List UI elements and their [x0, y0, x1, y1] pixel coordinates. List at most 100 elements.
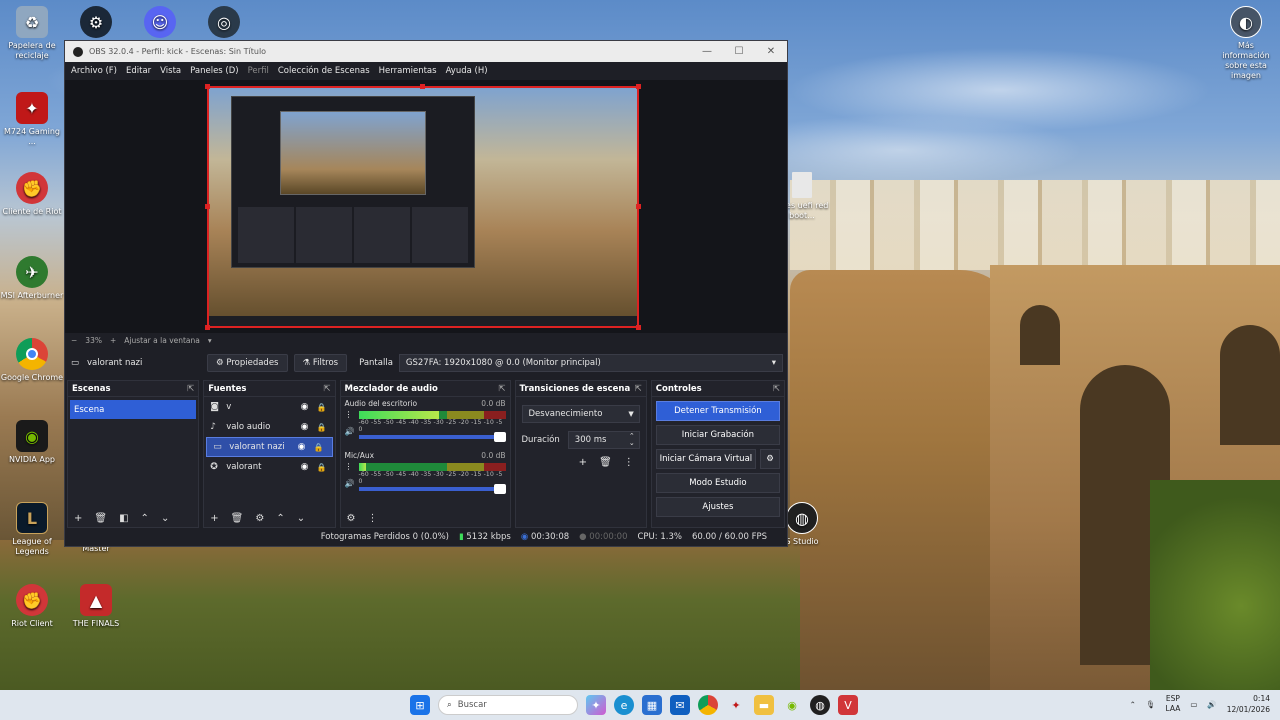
desktop-icon-nvidia[interactable]: ◉ NVIDIA App [0, 420, 64, 465]
chrome-taskbar-icon[interactable] [698, 695, 718, 715]
outlook-icon[interactable]: ✉ [670, 695, 690, 715]
trash-icon[interactable]: 🗑 [94, 513, 107, 524]
desktop-icon-m724[interactable]: ✦ M724 Gaming ... [0, 92, 64, 147]
add-icon[interactable]: + [74, 513, 82, 524]
source-row[interactable]: ◙ v ◉ 🔒 [204, 397, 334, 417]
duration-input[interactable]: 300 ms ⌃ ⌄ [567, 431, 640, 449]
file-explorer-icon[interactable]: ▬ [754, 695, 774, 715]
resize-handle[interactable] [636, 325, 641, 330]
zoom-in-button[interactable]: + [110, 336, 116, 345]
menu-perfil[interactable]: Perfil [248, 66, 269, 76]
slider-knob[interactable] [493, 432, 506, 442]
resize-handle[interactable] [205, 84, 210, 89]
chevron-down-icon[interactable]: ▾ [208, 336, 212, 345]
desktop-icon-league[interactable]: L League of Legends [0, 502, 64, 557]
add-icon[interactable]: + [579, 457, 587, 468]
obs-taskbar-icon[interactable]: ◍ [810, 695, 830, 715]
volume-slider[interactable] [358, 432, 506, 442]
menu-ayuda[interactable]: Ayuda (H) [446, 66, 488, 76]
desktop-icon-msi-afterburner[interactable]: ✈ MSI Afterburner [0, 256, 64, 301]
transition-select[interactable]: Desvanecimiento ▼ [521, 405, 640, 423]
resize-handle[interactable] [205, 204, 210, 209]
gear-icon[interactable]: ⚙ [255, 513, 264, 524]
kebab-menu-icon[interactable]: ⋮ [345, 462, 353, 471]
arrow-down-icon[interactable]: ⌄ [161, 513, 169, 524]
resize-handle[interactable] [636, 84, 641, 89]
resize-handle[interactable] [420, 84, 425, 89]
eye-icon[interactable]: ◉ [301, 402, 309, 412]
trash-icon[interactable]: 🗑 [599, 457, 612, 468]
eye-icon[interactable]: ◉ [298, 442, 306, 452]
clock[interactable]: 0:14 12/01/2026 [1227, 693, 1270, 715]
desktop-icon-recycle-bin[interactable]: ♻ Papelera de reciclaje [0, 6, 64, 61]
nvidia-taskbar-icon[interactable]: ◉ [782, 695, 802, 715]
studio-mode-button[interactable]: Modo Estudio [655, 473, 780, 493]
eye-icon[interactable]: ◉ [301, 422, 309, 432]
source-row[interactable]: ♪ valo audio ◉ 🔒 [204, 417, 334, 437]
resize-handle[interactable] [205, 325, 210, 330]
menu-herramientas[interactable]: Herramientas [379, 66, 437, 76]
dock-options-icon[interactable]: ⇱ [187, 384, 194, 394]
lock-icon[interactable]: 🔒 [317, 463, 327, 472]
menu-vista[interactable]: Vista [160, 66, 181, 76]
fit-window-label[interactable]: Ajustar a la ventana [124, 336, 200, 345]
minimize-button[interactable]: — [691, 46, 723, 57]
close-button[interactable]: ✕ [755, 46, 787, 57]
lock-icon[interactable]: 🔒 [314, 443, 324, 452]
source-row[interactable]: ✪ valorant ◉ 🔒 [204, 457, 334, 477]
settings-button[interactable]: Ajustes [655, 497, 780, 517]
speaker-icon[interactable]: 🔊 [1207, 700, 1216, 709]
source-row-selected[interactable]: ▭ valorant nazi ◉ 🔒 [206, 437, 333, 457]
store-icon[interactable]: ▦ [642, 695, 662, 715]
arrow-down-icon[interactable]: ⌄ [297, 513, 305, 524]
arrow-up-icon[interactable]: ⌃ [141, 513, 149, 524]
desktop-icon-riot-client-2[interactable]: ✊ Riot Client [0, 584, 64, 629]
preview-area[interactable] [65, 80, 787, 333]
kebab-menu-icon[interactable]: ⋮ [345, 410, 353, 419]
resize-handle[interactable] [636, 204, 641, 209]
filters-button[interactable]: ⚗ Filtros [293, 354, 348, 372]
language-indicator[interactable]: ESP LAA [1166, 694, 1181, 714]
filter-icon[interactable]: ◧ [119, 513, 128, 524]
taskbar-search[interactable]: ⌕ Buscar [438, 695, 578, 715]
dock-options-icon[interactable]: ⇱ [498, 384, 505, 394]
desktop-icon-riot-client[interactable]: ✊ Cliente de Riot [0, 172, 64, 217]
obs-titlebar[interactable]: OBS 32.0.4 - Perfil: kick - Escenas: Sin… [65, 41, 787, 62]
dock-options-icon[interactable]: ⇱ [323, 384, 330, 394]
slider-knob[interactable] [493, 484, 506, 494]
dock-options-icon[interactable]: ⇱ [635, 384, 642, 394]
kebab-menu-icon[interactable]: ⋮ [367, 513, 377, 524]
network-icon[interactable]: ▭ [1190, 700, 1197, 709]
desktop-icon-image-info[interactable]: ◐ Más información sobre esta imagen [1214, 6, 1278, 81]
microphone-icon[interactable]: 🎙 [1146, 700, 1156, 709]
maximize-button[interactable]: ☐ [723, 46, 755, 57]
preview-canvas[interactable] [207, 86, 639, 328]
virtual-camera-settings-button[interactable]: ⚙ [760, 449, 780, 469]
desktop-icon-the-finals[interactable]: ▲ THE FINALS [64, 584, 128, 629]
windows-start-icon[interactable]: ⊞ [410, 695, 430, 715]
kebab-menu-icon[interactable]: ⋮ [624, 457, 634, 468]
menu-archivo[interactable]: Archivo (F) [71, 66, 117, 76]
speaker-icon[interactable]: 🔊 [345, 427, 355, 436]
desktop-icon-spiral-app[interactable]: ◎ [192, 6, 256, 41]
arrow-up-icon[interactable]: ⌃ [276, 513, 284, 524]
add-icon[interactable]: + [210, 513, 218, 524]
redragon-taskbar-icon[interactable]: ✦ [726, 695, 746, 715]
menu-coleccion-escenas[interactable]: Colección de Escenas [278, 66, 370, 76]
volume-slider[interactable] [358, 484, 506, 494]
menu-paneles[interactable]: Paneles (D) [190, 66, 238, 76]
lock-icon[interactable]: 🔒 [317, 423, 327, 432]
dock-options-icon[interactable]: ⇱ [773, 384, 780, 394]
speaker-icon[interactable]: 🔊 [345, 479, 355, 488]
stop-streaming-button[interactable]: Detener Transmisión [655, 401, 780, 421]
scene-item[interactable]: Escena [70, 400, 197, 419]
start-virtual-camera-button[interactable]: Iniciar Cámara Virtual [655, 449, 756, 469]
desktop-icon-steam[interactable]: ⚙ [64, 6, 128, 41]
trash-icon[interactable]: 🗑 [231, 513, 244, 524]
desktop-icon-chrome[interactable]: Google Chrome [0, 338, 64, 383]
edge-icon[interactable]: e [614, 695, 634, 715]
chevron-up-icon[interactable]: ⌃ [1130, 700, 1136, 709]
gear-icon[interactable]: ⚙ [347, 513, 356, 524]
copilot-icon[interactable]: ✦ [586, 695, 606, 715]
lock-icon[interactable]: 🔒 [317, 403, 327, 412]
